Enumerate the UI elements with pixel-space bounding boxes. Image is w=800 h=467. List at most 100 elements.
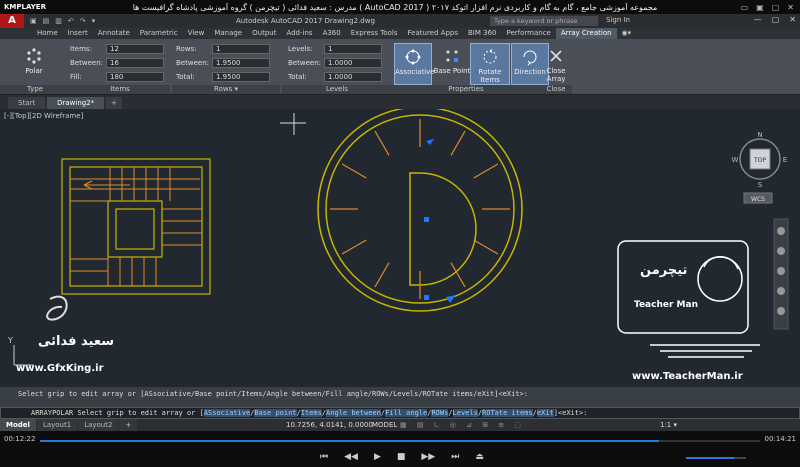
qat-save-icon[interactable]: ▥ [55, 17, 62, 25]
tab-express-tools[interactable]: Express Tools [346, 28, 403, 39]
qat-new-icon[interactable]: ▣ [30, 17, 37, 25]
rows-count-input[interactable]: 1 [212, 44, 270, 54]
application-menu-button[interactable]: A [0, 14, 24, 28]
qat-more-icon[interactable]: ▾ [92, 17, 96, 25]
tab-bim-360[interactable]: BIM 360 [463, 28, 502, 39]
player-ctrl-0[interactable]: ▭ [741, 3, 749, 12]
qat-redo-icon[interactable]: ↷ [80, 17, 86, 25]
tab-add-ins[interactable]: Add-ins [281, 28, 317, 39]
minimize-icon[interactable]: — [754, 15, 762, 24]
rows-count-field: Rows: 1 [176, 44, 270, 54]
command-prompt: ARRAYPOLAR Select grip to edit array or … [31, 409, 204, 417]
player-ctrl-1[interactable]: ▣ [756, 3, 764, 12]
doc-tab-start[interactable]: Start [8, 97, 46, 109]
fast-forward-icon[interactable]: ▶▶ [421, 452, 435, 462]
items-fill-input[interactable]: 180 [106, 72, 164, 82]
skip-end-icon[interactable]: ⏭ [451, 452, 459, 462]
tab-parametric[interactable]: Parametric [135, 28, 183, 39]
eject-icon[interactable]: ⏏ [475, 452, 484, 462]
option-base-point[interactable]: Base point [254, 409, 297, 417]
levels-count-input[interactable]: 1 [324, 44, 382, 54]
tab-home[interactable]: Home [32, 28, 63, 39]
close-icon[interactable]: ✕ [789, 15, 796, 24]
items-between-input[interactable]: 16 [106, 58, 164, 68]
ribbon-panel: Polar Type Items: 12 Between: 16 Fill: 1… [0, 39, 800, 95]
tab-performance[interactable]: Performance [501, 28, 555, 39]
base-point-icon [446, 50, 458, 62]
levels-between-input[interactable]: 1.0000 [324, 58, 382, 68]
items-count-input[interactable]: 12 [106, 44, 164, 54]
status-toggle-icons[interactable]: ▦ ▤ ∟ ◎ ⊿ ⊞ ≡ ⬚ [400, 419, 525, 431]
seek-bar[interactable] [40, 440, 760, 442]
coordinates-readout[interactable]: 10.7256, 4.0141, 0.0000 [286, 419, 373, 431]
tab-manage[interactable]: Manage [209, 28, 247, 39]
option-rows[interactable]: ROWs [431, 409, 449, 417]
drawing-canvas[interactable]: [-][Top][2D Wireframe] Y TOP N S E W WCS… [0, 109, 800, 387]
time-total: 00:14:21 [764, 435, 796, 443]
add-layout-button[interactable]: + [119, 419, 138, 431]
ribbon-tabs: Home Insert Annotate Parametric View Man… [0, 28, 800, 39]
qat-open-icon[interactable]: ▤ [43, 17, 50, 25]
angle-grip-top [426, 139, 434, 145]
array-item-line [473, 239, 499, 255]
player-close-icon[interactable]: ✕ [787, 3, 794, 12]
rewind-icon[interactable]: ◀◀ [344, 452, 358, 462]
layout-tab-layout2[interactable]: Layout2 [78, 419, 119, 431]
sign-in-button[interactable]: Sign In [606, 16, 630, 24]
player-title-bar: KMPLAYER مجموعه آموزشی جامع ، گام به گام… [0, 0, 800, 14]
option-fill-angle[interactable]: Fill angle [385, 409, 428, 417]
doc-tab-drawing2[interactable]: Drawing2* [47, 97, 105, 109]
half-circle [409, 172, 477, 286]
levels-total-input[interactable]: 1.0000 [324, 72, 382, 82]
viewcube-top-label: TOP [753, 157, 766, 164]
tab-a360[interactable]: A360 [318, 28, 346, 39]
polar-type-button[interactable]: Polar [14, 43, 54, 85]
rows-total-field: Total: 1.9500 [176, 72, 270, 82]
qat-undo-icon[interactable]: ↶ [68, 17, 74, 25]
items-fill-field: Fill: 180 [70, 72, 164, 82]
command-line[interactable]: ARRAYPOLAR Select grip to edit array or … [0, 407, 800, 419]
rows-between-input[interactable]: 1.9500 [212, 58, 270, 68]
tab-array-creation[interactable]: Array Creation [555, 28, 617, 39]
option-angle-between[interactable]: Angle between [326, 409, 381, 417]
associative-button[interactable]: Associative [394, 43, 435, 85]
option-associative[interactable]: ASsociative [203, 409, 251, 417]
annotation-scale[interactable]: 1:1 ▾ [660, 419, 677, 431]
rotate-items-icon [483, 49, 497, 64]
player-ctrl-2[interactable]: ▢ [772, 3, 780, 12]
compass-n: N [757, 131, 762, 139]
watermark-name: سعید فدائی [38, 334, 114, 349]
rotate-items-button[interactable]: Rotate Items [470, 43, 510, 85]
rows-panel-label[interactable]: Rows ▾ [172, 85, 280, 94]
player-controls: ⏮ ◀◀ ▶ ■ ▶▶ ⏭ ⏏ [0, 449, 800, 467]
base-point-button[interactable]: Base Point [433, 43, 471, 85]
search-input[interactable]: Type a keyword or phrase [490, 16, 598, 26]
tab-annotate[interactable]: Annotate [93, 28, 135, 39]
rows-total-label: Total: [176, 73, 195, 81]
option-exit[interactable]: eXit [536, 409, 554, 417]
array-item-line [473, 163, 499, 179]
new-doc-tab-button[interactable]: + [106, 97, 123, 109]
stop-icon[interactable]: ■ [397, 452, 406, 462]
watermark-brand-fa: تیچرمن [640, 263, 687, 278]
volume-slider[interactable] [686, 457, 746, 459]
option-items[interactable]: Items [300, 409, 322, 417]
player-logo: KMPLAYER [4, 3, 46, 11]
array-item-line [374, 262, 390, 288]
maximize-icon[interactable]: ▢ [772, 15, 780, 24]
layout-tab-model[interactable]: Model [0, 419, 36, 431]
tab-output[interactable]: Output [247, 28, 281, 39]
volume-fill [686, 457, 734, 459]
tab-featured-apps[interactable]: Featured Apps [403, 28, 463, 39]
play-icon[interactable]: ▶ [374, 452, 381, 462]
close-array-button[interactable]: Close Array [542, 43, 570, 85]
model-space-button[interactable]: MODEL [372, 419, 397, 431]
layout-tab-layout1[interactable]: Layout1 [36, 419, 78, 431]
tab-view[interactable]: View [183, 28, 210, 39]
option-rotate-items[interactable]: ROTate items [482, 409, 533, 417]
tab-workspace-toggle[interactable]: ◉▾ [617, 28, 637, 39]
tab-insert[interactable]: Insert [63, 28, 93, 39]
rows-total-input[interactable]: 1.9500 [212, 72, 270, 82]
skip-start-icon[interactable]: ⏮ [320, 452, 328, 462]
option-levels[interactable]: Levels [452, 409, 478, 417]
